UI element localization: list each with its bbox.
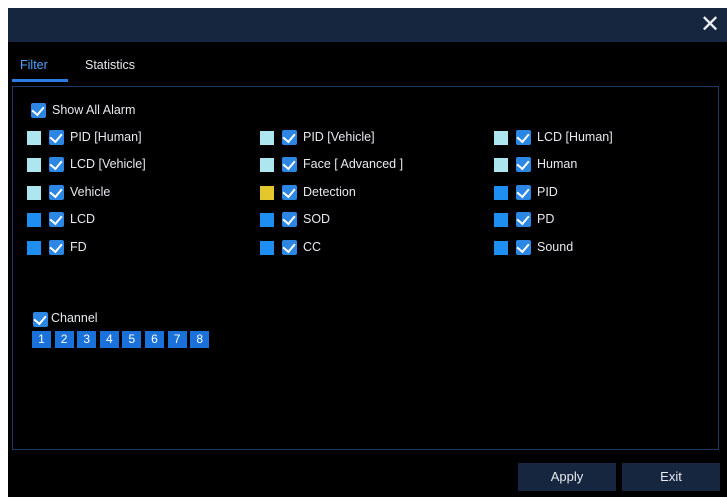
alarm-type-checkbox[interactable] xyxy=(49,212,64,227)
show-all-alarm-label: Show All Alarm xyxy=(52,103,136,117)
alarm-type-label: LCD xyxy=(70,212,96,226)
alarm-type-checkbox[interactable] xyxy=(282,240,297,255)
channel-button[interactable]: 5 xyxy=(122,331,142,348)
channel-button[interactable]: 8 xyxy=(190,331,210,348)
alarm-color-swatch xyxy=(27,241,41,255)
channel-button[interactable]: 4 xyxy=(99,331,119,348)
alarm-type-checkbox[interactable] xyxy=(516,212,531,227)
close-icon[interactable]: ✕ xyxy=(695,10,725,40)
alarm-color-swatch xyxy=(27,131,41,145)
alarm-color-swatch xyxy=(27,158,41,172)
active-tab-indicator xyxy=(12,79,68,82)
alarm-type-checkbox[interactable] xyxy=(282,157,297,172)
channel-button[interactable]: 2 xyxy=(54,331,74,348)
show-all-alarm-checkbox[interactable] xyxy=(31,103,46,118)
alarm-type-checkbox[interactable] xyxy=(49,185,64,200)
alarm-type-checkbox[interactable] xyxy=(516,240,531,255)
alarm-type-checkbox[interactable] xyxy=(516,130,531,145)
alarm-color-swatch xyxy=(260,213,274,227)
alarm-type-checkbox[interactable] xyxy=(516,157,531,172)
alarm-type-label: FD xyxy=(70,240,87,254)
alarm-type-label: Vehicle xyxy=(70,185,111,199)
channel-button[interactable]: 6 xyxy=(145,331,164,348)
alarm-color-swatch xyxy=(260,158,274,172)
alarm-color-swatch xyxy=(494,131,508,145)
alarm-color-swatch xyxy=(494,241,508,255)
exit-button[interactable]: Exit xyxy=(622,463,720,491)
alarm-color-swatch xyxy=(260,186,274,200)
channel-button[interactable]: 3 xyxy=(77,331,97,348)
alarm-color-swatch xyxy=(260,241,274,255)
alarm-type-checkbox[interactable] xyxy=(49,130,64,145)
alarm-type-label: PID [Vehicle] xyxy=(303,130,375,144)
alarm-type-checkbox[interactable] xyxy=(282,212,297,227)
alarm-type-label: Detection xyxy=(303,185,356,199)
channel-checkbox[interactable] xyxy=(33,312,48,327)
title-bar: ✕ xyxy=(8,8,727,42)
alarm-color-swatch xyxy=(260,131,274,145)
alarm-color-swatch xyxy=(494,158,508,172)
alarm-type-checkbox[interactable] xyxy=(282,185,297,200)
alarm-type-label: LCD [Human] xyxy=(537,130,613,144)
channel-button[interactable]: 7 xyxy=(167,331,187,348)
alarm-type-label: Face [ Advanced ] xyxy=(303,157,404,171)
alarm-type-label: PID [Human] xyxy=(70,130,142,144)
alarm-color-swatch xyxy=(494,186,508,200)
apply-button[interactable]: Apply xyxy=(518,463,616,491)
alarm-color-swatch xyxy=(27,213,41,227)
alarm-type-checkbox[interactable] xyxy=(49,157,64,172)
alarm-type-label: CC xyxy=(303,240,322,254)
alarm-type-label: Sound xyxy=(537,240,574,254)
alarm-type-checkbox[interactable] xyxy=(282,130,297,145)
alarm-type-label: Human xyxy=(537,157,578,171)
alarm-type-label: PD xyxy=(537,212,555,226)
alarm-color-swatch xyxy=(27,186,41,200)
alarm-color-swatch xyxy=(494,213,508,227)
alarm-type-checkbox[interactable] xyxy=(49,240,64,255)
alarm-type-checkbox[interactable] xyxy=(516,185,531,200)
channel-button[interactable]: 1 xyxy=(32,331,51,348)
alarm-type-label: SOD xyxy=(303,212,331,226)
channel-label: Channel xyxy=(51,311,98,325)
alarm-type-label: LCD [Vehicle] xyxy=(70,157,146,171)
tab-statistics[interactable]: Statistics xyxy=(85,58,135,86)
alarm-type-label: PID xyxy=(537,185,558,199)
